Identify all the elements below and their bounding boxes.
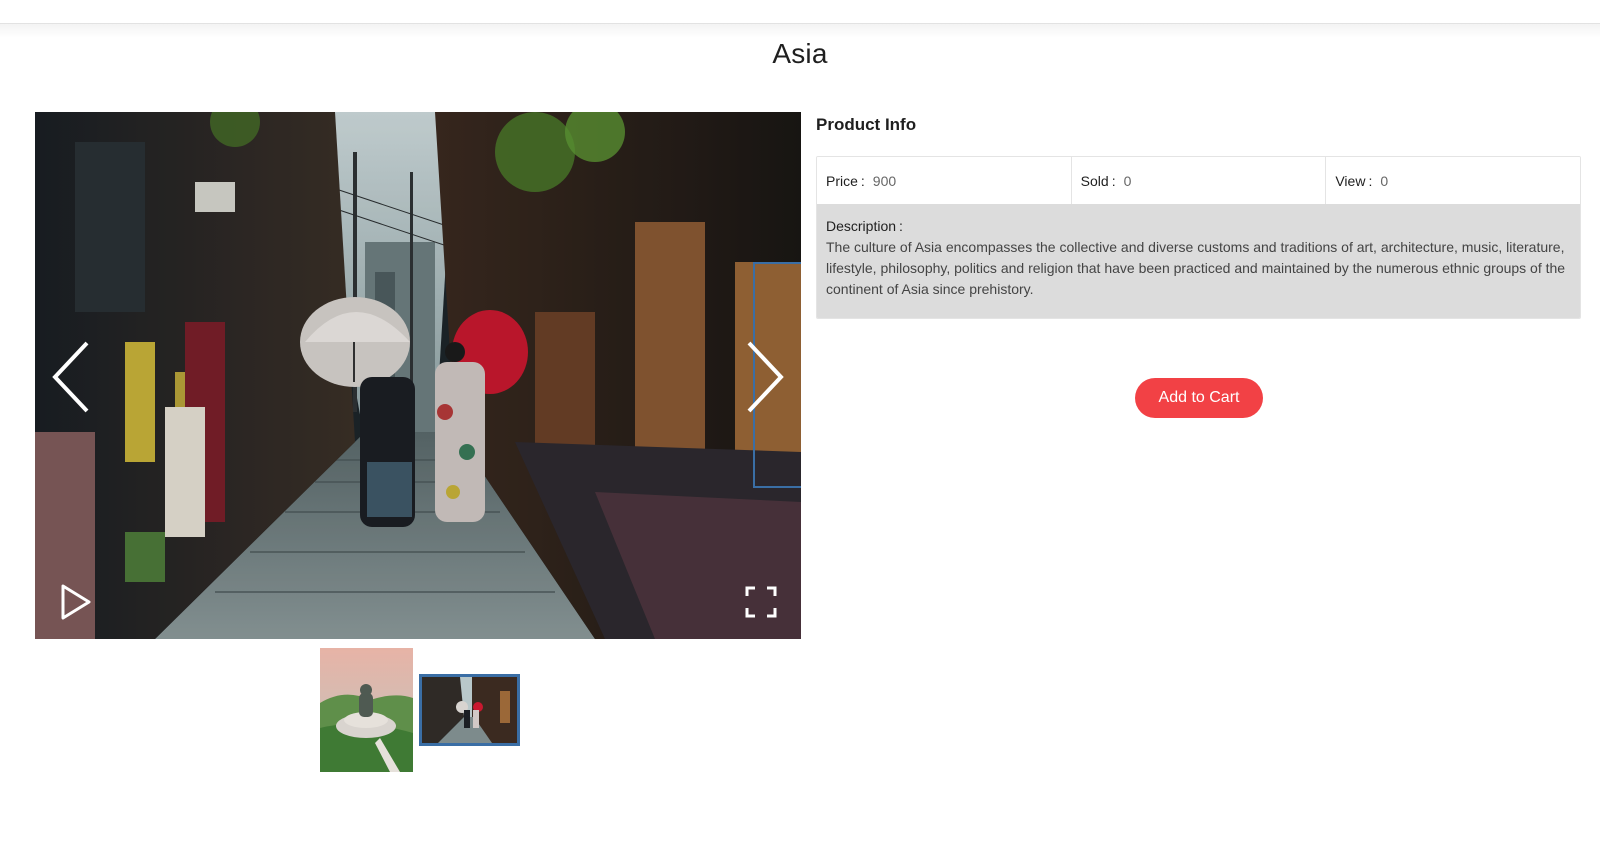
main-image-kyoto-street (35, 112, 801, 639)
price-label: Price (826, 172, 858, 189)
next-slide-button[interactable] (729, 337, 789, 417)
stats-row: Price:900 Sold:0 View:0 (817, 157, 1580, 204)
sold-cell: Sold:0 (1072, 157, 1327, 204)
thumbnail-kyoto-street[interactable] (419, 674, 520, 746)
view-cell: View:0 (1326, 157, 1580, 204)
price-colon: : (860, 172, 865, 189)
image-gallery (35, 112, 801, 639)
thumbnail-strip (320, 648, 540, 772)
page-title: Asia (772, 38, 828, 69)
fullscreen-button[interactable] (741, 582, 781, 622)
view-value: 0 (1380, 172, 1389, 189)
sold-label: Sold (1080, 172, 1109, 189)
sold-value: 0 (1123, 172, 1132, 189)
product-info-heading: Product Info (816, 115, 917, 134)
price-cell: Price:900 (817, 157, 1072, 204)
play-slideshow-button[interactable] (57, 582, 97, 622)
prev-slide-button[interactable] (47, 337, 107, 417)
view-colon: : (1368, 172, 1373, 189)
play-icon (61, 584, 91, 620)
description-box: Description: The culture of Asia encompa… (817, 204, 1580, 318)
sold-colon: : (1111, 172, 1116, 189)
view-label: View (1335, 172, 1366, 189)
description-colon: : (899, 218, 903, 234)
description-label: Description (826, 218, 897, 234)
price-value: 900 (872, 172, 897, 189)
product-info-table: Price:900 Sold:0 View:0 Description: The… (816, 156, 1581, 319)
fullscreen-icon (745, 586, 777, 618)
thumbnail-buddha[interactable] (320, 648, 413, 772)
navbar-shadow (0, 24, 1600, 38)
description-text: The culture of Asia encompasses the coll… (826, 239, 1566, 297)
chevron-left-icon (52, 341, 89, 413)
add-to-cart-button[interactable]: Add to Cart (1135, 378, 1263, 418)
top-navbar (0, 0, 1600, 24)
chevron-right-icon (747, 341, 784, 413)
